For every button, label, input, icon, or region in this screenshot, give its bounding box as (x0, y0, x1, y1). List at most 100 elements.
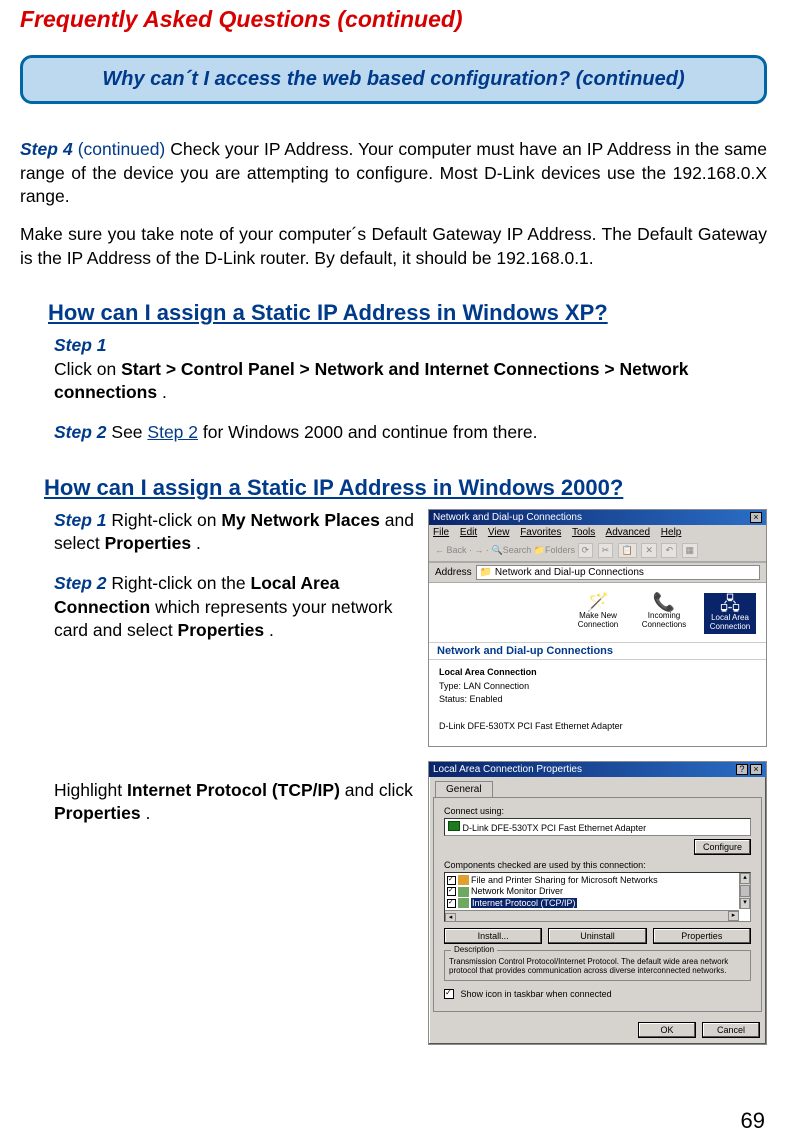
ndu-window: Network and Dial-up Connections × File E… (428, 509, 767, 747)
menu-advanced[interactable]: Advanced (606, 527, 650, 538)
step4-paragraph-a: Step 4 (continued) Check your IP Address… (20, 138, 767, 209)
w2k-highlight-mid: and click (345, 780, 413, 800)
props-title-bar[interactable]: Local Area Connection Properties ? × (429, 762, 766, 777)
icon-local-area-connection[interactable]: 🖧Local Area Connection (704, 593, 756, 634)
scroll-right-icon[interactable]: ▸ (728, 911, 739, 921)
scrollbar-horizontal[interactable]: ◂ ▸ (445, 910, 739, 921)
w2k-highlight-post: . (145, 803, 150, 823)
service-icon (458, 887, 469, 897)
question-banner-text: Why can´t I access the web based configu… (102, 68, 684, 90)
tool-icon[interactable]: ↶ (661, 543, 677, 558)
ndu-details: Local Area Connection Type: LAN Connecti… (429, 660, 766, 740)
menu-view[interactable]: View (488, 527, 510, 538)
tool-icon[interactable]: ▦ (682, 543, 699, 558)
props-window: Local Area Connection Properties ? × Gen… (428, 761, 767, 1046)
xp-step2-para: Step 2 See Step 2 for Windows 2000 and c… (54, 421, 767, 445)
close-icon[interactable]: × (750, 764, 762, 775)
icon-make-new-connection[interactable]: 🪄Make New Connection (572, 593, 624, 634)
menu-help[interactable]: Help (661, 527, 682, 538)
list-item[interactable]: File and Printer Sharing for Microsoft N… (447, 875, 748, 886)
menu-favorites[interactable]: Favorites (520, 527, 561, 538)
address-label: Address (435, 567, 472, 578)
ndu-type-label: Type: (439, 681, 461, 691)
xp-step1-para: Step 1 Click on Start > Control Panel > … (54, 334, 767, 405)
w2k-step1-pre: Right-click on (111, 510, 221, 530)
w2k-step1-label: Step 1 (54, 510, 107, 530)
xp-heading[interactable]: How can I assign a Static IP Address in … (48, 300, 767, 326)
ndu-panel-title: Network and Dial-up Connections (429, 642, 766, 660)
adapter-field: D-Link DFE-530TX PCI Fast Ethernet Adapt… (444, 818, 751, 836)
props-title-text: Local Area Connection Properties (433, 764, 582, 775)
xp-step1-path: Start > Control Panel > Network and Inte… (54, 359, 689, 403)
description-box: Description Transmission Control Protoco… (444, 950, 751, 981)
tool-icon[interactable]: ✕ (641, 543, 657, 558)
list-item[interactable]: Network Monitor Driver (447, 886, 748, 897)
uninstall-button[interactable]: Uninstall (548, 928, 646, 944)
w2k-step2-b2: Properties (178, 620, 265, 640)
phone-icon: 📞 (638, 593, 690, 613)
w2k-highlight-pre: Highlight (54, 780, 127, 800)
toolbar-folders[interactable]: Folders (545, 545, 575, 555)
w2k-step1-para: Step 1 Right-click on My Network Places … (54, 509, 414, 556)
ndu-type-value: LAN Connection (464, 681, 530, 691)
tab-general[interactable]: General (435, 781, 493, 797)
ndu-toolbar[interactable]: ← Back · → · 🔍Search 📁Folders ⟳ ✂ 📋 ✕ ↶ … (429, 540, 766, 563)
w2k-step2-post: . (269, 620, 274, 640)
ndu-address-bar[interactable]: Address 📁 Network and Dial-up Connection… (429, 563, 766, 583)
connect-using-label: Connect using: (444, 806, 751, 816)
close-icon[interactable]: × (750, 512, 762, 523)
step4-continued: (continued) (78, 139, 166, 159)
toolbar-search[interactable]: Search (503, 545, 532, 555)
props-body: Connect using: D-Link DFE-530TX PCI Fast… (433, 797, 762, 1013)
scroll-up-icon[interactable]: ▴ (740, 873, 750, 884)
configure-button[interactable]: Configure (694, 839, 751, 855)
menu-tools[interactable]: Tools (572, 527, 595, 538)
menu-edit[interactable]: Edit (460, 527, 477, 538)
scrollbar-vertical[interactable]: ▴ ▾ (739, 873, 750, 909)
xp-step2-pre: See (111, 422, 147, 442)
xp-step1-label: Step 1 (54, 335, 107, 355)
tool-icon[interactable]: ⟳ (578, 543, 594, 558)
ndu-title-bar[interactable]: Network and Dial-up Connections × (429, 510, 766, 525)
address-field[interactable]: 📁 Network and Dial-up Connections (476, 565, 760, 580)
scroll-down-icon[interactable]: ▾ (740, 898, 750, 909)
page-number: 69 (741, 1108, 765, 1134)
ok-button[interactable]: OK (638, 1022, 696, 1038)
properties-button[interactable]: Properties (653, 928, 751, 944)
show-icon-checkbox-row[interactable]: Show icon in taskbar when connected (444, 989, 751, 1000)
ndu-status-value: Enabled (470, 694, 503, 704)
list-item[interactable]: Internet Protocol (TCP/IP) (447, 898, 748, 909)
protocol-icon (458, 898, 469, 908)
checkbox-icon[interactable] (447, 899, 456, 908)
install-button[interactable]: Install... (444, 928, 542, 944)
adapter-icon (448, 821, 460, 831)
show-icon-label: Show icon in taskbar when connected (461, 989, 612, 999)
help-icon[interactable]: ? (736, 764, 748, 775)
w2k-highlight-b2: Properties (54, 803, 141, 823)
w2k-step1-b2: Properties (105, 533, 192, 553)
tool-icon[interactable]: 📋 (618, 543, 637, 558)
components-listbox[interactable]: File and Printer Sharing for Microsoft N… (444, 872, 751, 922)
network-icon: 🖧 (706, 595, 754, 615)
tcpip-selected: Internet Protocol (TCP/IP) (471, 898, 577, 908)
checkbox-icon[interactable] (444, 989, 454, 999)
w2k-step2-para: Step 2 Right-click on the Local Area Con… (54, 572, 414, 643)
scroll-thumb[interactable] (740, 885, 750, 897)
ndu-body: 🪄Make New Connection 📞Incoming Connectio… (429, 583, 766, 746)
w2k-heading[interactable]: How can I assign a Static IP Address in … (44, 475, 767, 501)
toolbar-back[interactable]: Back (447, 545, 467, 555)
checkbox-icon[interactable] (447, 876, 456, 885)
checkbox-icon[interactable] (447, 887, 456, 896)
w2k-step2-label: Step 2 (54, 573, 107, 593)
cancel-button[interactable]: Cancel (702, 1022, 760, 1038)
ndu-menu-bar[interactable]: File Edit View Favorites Tools Advanced … (429, 525, 766, 540)
menu-file[interactable]: File (433, 527, 449, 538)
tool-icon[interactable]: ✂ (598, 543, 614, 558)
w2k-highlight-para: Highlight Internet Protocol (TCP/IP) and… (54, 779, 414, 826)
xp-step2-link[interactable]: Step 2 (147, 422, 198, 442)
xp-step2-post: for Windows 2000 and continue from there… (203, 422, 538, 442)
icon-incoming-connections[interactable]: 📞Incoming Connections (638, 593, 690, 634)
page-title: Frequently Asked Questions (continued) (20, 6, 767, 33)
scroll-left-icon[interactable]: ◂ (445, 913, 456, 922)
wizard-icon: 🪄 (572, 593, 624, 613)
